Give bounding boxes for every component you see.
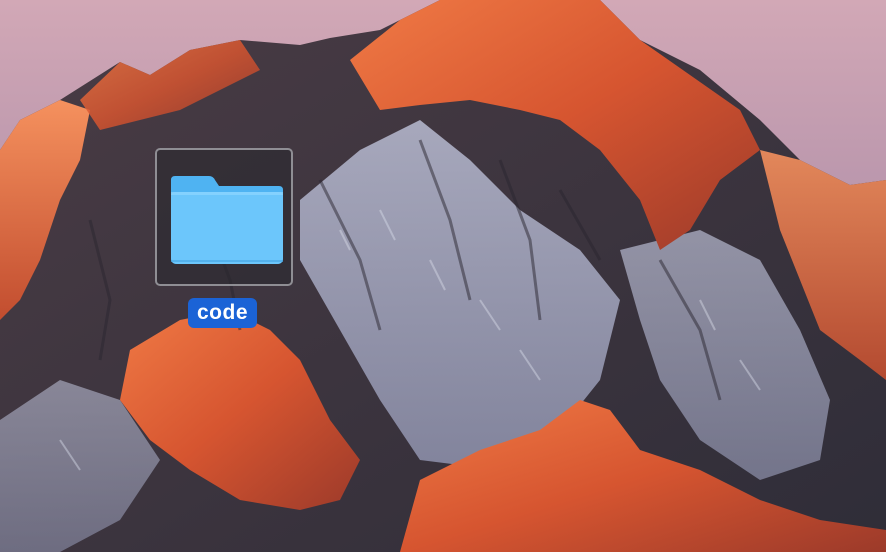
desktop[interactable]: code bbox=[0, 0, 886, 552]
selection-frame[interactable] bbox=[155, 148, 293, 286]
desktop-item-label[interactable]: code bbox=[188, 298, 258, 328]
folder-icon[interactable] bbox=[167, 172, 287, 268]
desktop-wallpaper bbox=[0, 0, 886, 552]
desktop-item-code[interactable]: code bbox=[155, 148, 297, 334]
